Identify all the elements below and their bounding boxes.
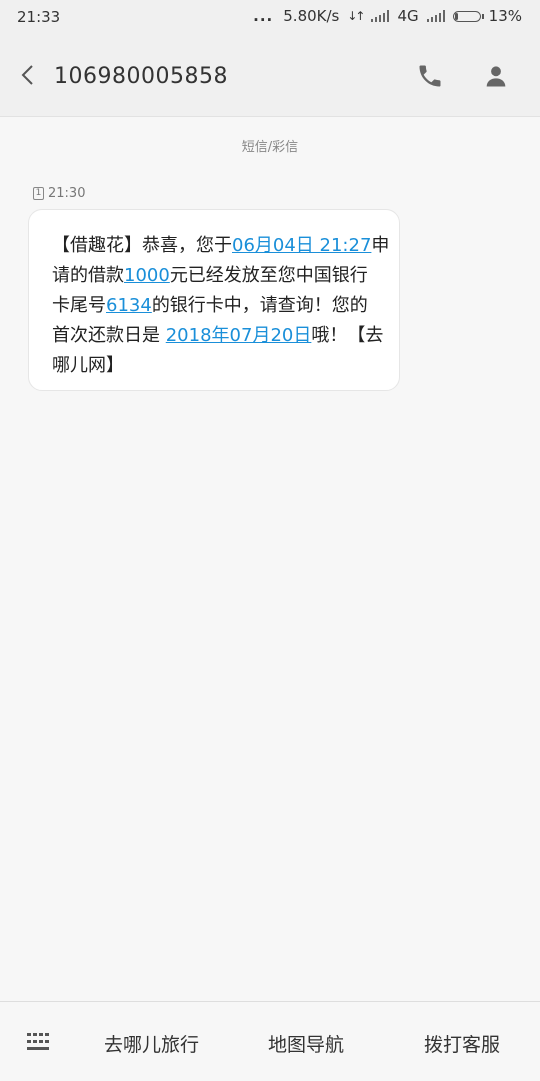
message-line: 哪儿网】 [52,351,124,377]
data-arrows-icon: ↓↑ [347,9,365,23]
phone-icon[interactable] [416,62,444,90]
action-qunar-travel[interactable]: 去哪儿旅行 [104,1030,199,1057]
message-line: 首次还款日是 2018年07月20日哦！【去 [52,321,383,347]
message-text: 请的借款 [52,265,124,286]
message-text: 【借趣花】恭喜，您于 [52,235,232,256]
message-text: 的银行卡中，请查询！您的 [151,295,368,316]
signal-icon [426,10,445,22]
amount-link[interactable]: 1000 [124,265,170,286]
battery-level [454,12,458,20]
channel-label: 短信/彩信 [241,140,299,155]
message-time: 21:30 [48,186,86,201]
message-line: 【借趣花】恭喜，您于06月04日 21:27申 [52,231,389,257]
message-line: 请的借款1000元已经发放至您中国银行 [52,261,368,287]
keyboard-grid-icon[interactable] [27,1033,49,1051]
network-speed: 5.80K/s [283,7,340,25]
sim-slot-icon: 1 [33,187,44,200]
network-type: 4G [397,7,419,25]
message-text: 哦！【去 [311,325,384,346]
message-meta: 1 21:30 [33,186,85,201]
message-text: 首次还款日是 [52,325,166,346]
contact-number: 106980005858 [54,64,228,89]
contact-person-icon[interactable] [482,62,510,90]
action-map-navigation[interactable]: 地图导航 [268,1030,344,1057]
message-text: 哪儿网】 [52,355,124,376]
status-time: 21:33 [17,8,61,26]
signal-icon [371,10,390,22]
date-link[interactable]: 2018年07月20日 [166,325,312,346]
back-chevron-icon[interactable] [16,62,42,88]
battery-percent: 13% [488,7,522,25]
action-call-service[interactable]: 拨打客服 [424,1030,500,1057]
message-bubble[interactable]: 【借趣花】恭喜，您于06月04日 21:27申 请的借款1000元已经发放至您中… [28,209,400,391]
status-bar: 21:33 ... 5.80K/s ↓↑ 4G 13% [0,0,540,34]
message-text: 元已经发放至您中国银行 [169,265,368,286]
message-line: 卡尾号6134的银行卡中，请查询！您的 [52,291,368,317]
notification-dots: ... [253,7,274,25]
conversation-header: 106980005858 [0,34,540,117]
quick-action-bar: 去哪儿旅行 地图导航 拨打客服 [0,1001,540,1081]
message-text: 卡尾号 [52,295,106,316]
status-icons: ... 5.80K/s ↓↑ 4G 13% [253,7,522,25]
message-text: 申 [371,235,390,256]
number-link[interactable]: 6134 [106,295,152,316]
date-link[interactable]: 06月04日 21:27 [232,235,371,256]
battery-icon [452,10,484,22]
